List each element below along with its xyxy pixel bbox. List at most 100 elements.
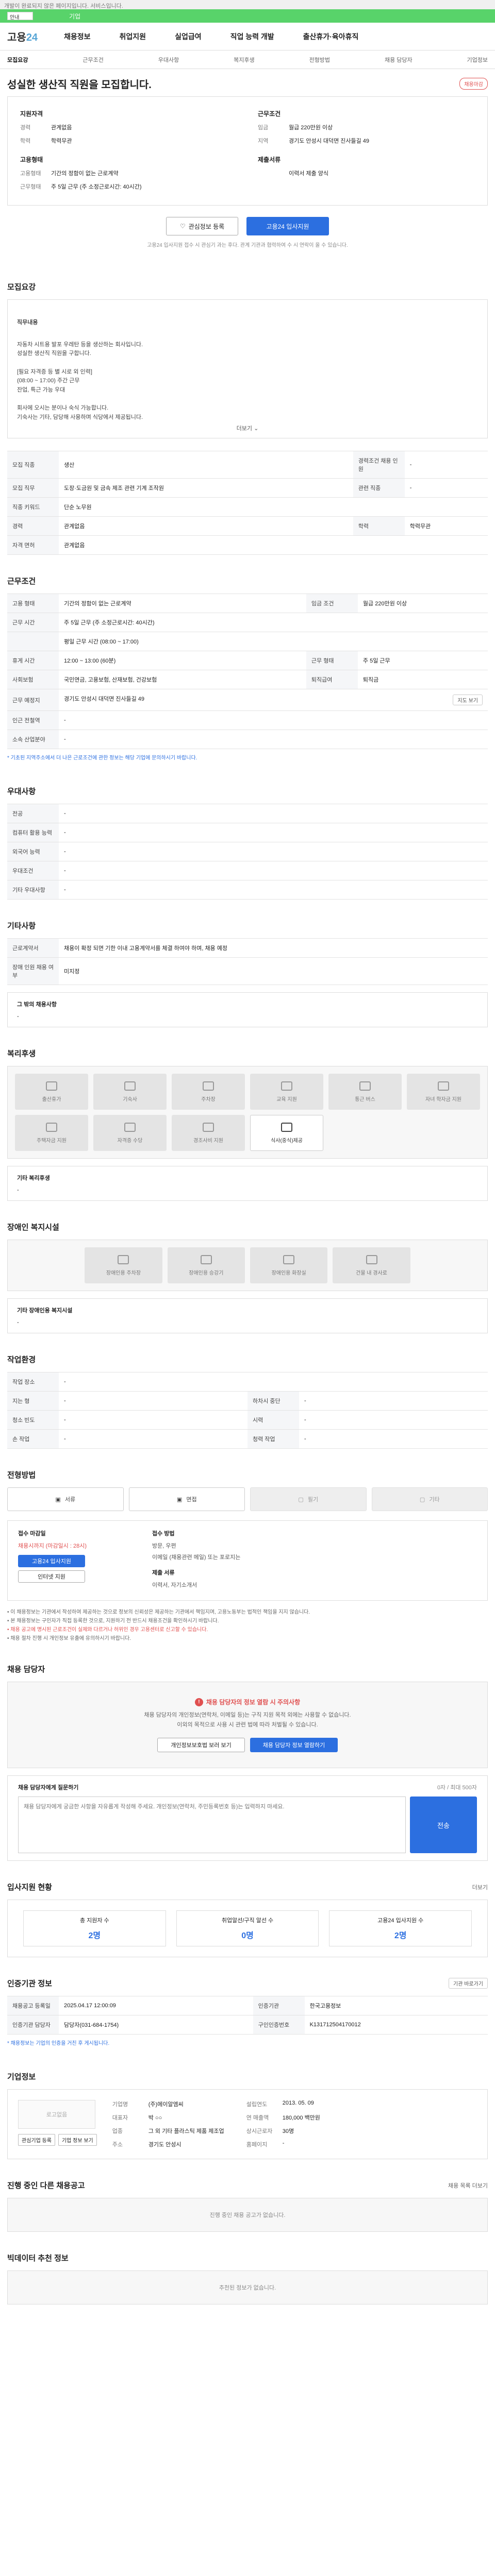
conditions-value: 주 5일 근무 (주 소정근로시간: 40시간) <box>59 613 488 632</box>
status-card: 취업알선/구직 알선 수 0명 <box>176 1910 319 1947</box>
subnav-tab[interactable]: 모집요강 <box>7 56 28 64</box>
welfare-item: 통근 버스 <box>328 1074 402 1110</box>
view-contact-button[interactable]: 채용 담당자 정보 열람하기 <box>250 1738 338 1753</box>
company-left: 로고없음 관심기업 등록 기업 정보 보기 <box>18 2100 97 2148</box>
subnav-tab[interactable]: 기업정보 <box>467 56 488 64</box>
agency-row: 채용공고 등록일 2025.04.17 12:00:09 인증기관 한국고용정보 <box>7 1996 488 2016</box>
summary-row: 임금 월급 220만원 이상 <box>258 123 475 131</box>
agency-footnote: * 채용정보는 기업의 인증을 거친 후 게시됩니다. <box>7 2041 110 2047</box>
company-key: 대표자 <box>112 2115 128 2122</box>
welfare-item: 자녀 학자금 지원 <box>407 1074 480 1110</box>
welfare-icon <box>203 1081 214 1091</box>
welfare-label: 주차장 <box>201 1096 216 1103</box>
workplace-key: 지는 형 <box>7 1391 59 1411</box>
workplace-table: 작업 장소 - 지는 형 - 하차시 중단 - 청소 빈도 - 시력 - 손 작업 - 청력 작업 - <box>7 1372 488 1449</box>
desc-more-button[interactable]: 더보기 ⌄ <box>8 425 487 434</box>
status-more-link[interactable]: 더보기 <box>472 1883 488 1891</box>
recruit-key: 경력 <box>7 516 59 536</box>
recruit-key: 관련 직종 <box>353 478 405 498</box>
agency-link-button[interactable]: 기관 바로가기 <box>449 1978 488 1989</box>
conditions-value: 월급 220만원 이상 <box>357 594 488 613</box>
site-logo[interactable]: 고용24 <box>7 29 64 44</box>
method-icon: ▢ <box>419 1496 425 1503</box>
apply-button-small[interactable]: 고용24 입사지원 <box>18 1555 85 1567</box>
workplace-row: 청소 빈도 - 시력 - <box>7 1410 488 1430</box>
subnav-tab[interactable]: 채용 담당자 <box>385 56 412 64</box>
gnb-menu-item[interactable]: 채용정보 <box>64 31 91 42</box>
other-row: 근로계약서 채용이 확정 되면 기한 이내 고용계약서를 체결 하여야 하며, 채… <box>7 938 488 958</box>
company-interest-button[interactable]: 관심기업 등록 <box>18 2134 55 2146</box>
job-summary: 지원자격 경력 관계없음 학력 학력무관 고용형태 고용형태 기간의 정함이 없는 근로… <box>7 96 488 206</box>
conditions-row: 근무 예정지 경기도 안성시 대덕면 진사들길 49 지도 보기 <box>7 689 488 711</box>
company-info-button[interactable]: 기업 정보 보기 <box>58 2134 97 2146</box>
selection-method-label: 필기 <box>307 1497 319 1503</box>
subnav-tab[interactable]: 우대사항 <box>158 56 179 64</box>
summary-key: 경력 <box>20 125 31 131</box>
agency-title: 인증기관 정보 <box>7 1979 52 1989</box>
preferred-value: - <box>59 861 488 880</box>
preferred-value: - <box>59 880 488 900</box>
selection-method-label: 면접 <box>186 1497 197 1503</box>
recruit-row: 직종 키워드 단순 노무원 <box>7 497 488 517</box>
welfare-box: 출산휴가 기숙사 주차장 교육 지원 통근 버스 자녀 학자금 지원 주택자금 지원 자격증 … <box>7 1066 488 1159</box>
agency-value: K131712504170012 <box>304 2015 488 2035</box>
recruit-key: 학력 <box>353 516 405 536</box>
green-bar-select[interactable]: 안내 <box>7 12 33 21</box>
workplace-value: - <box>59 1391 248 1411</box>
welfare-item: 식사(중식)제공 <box>250 1115 323 1151</box>
gnb-menu-item[interactable]: 취업지원 <box>120 31 146 42</box>
welfare-label: 식사(중식)제공 <box>271 1138 303 1144</box>
subnav-tab[interactable]: 전형방법 <box>309 56 330 64</box>
company-value: 30명 <box>282 2128 294 2135</box>
company-key: 상시근로자 <box>246 2128 273 2135</box>
sub-nav: 모집요강 근무조건 우대사항 복지후생 전형방법 채용 담당자 기업정보 <box>0 50 495 69</box>
conditions-row: 사회보험 국민연금, 고용보험, 산재보험, 건강보험 퇴직급여 퇴직금 <box>7 670 488 689</box>
apply-button[interactable]: 고용24 입사지원 <box>246 217 329 235</box>
desc-more-label: 더보기 <box>236 426 253 432</box>
summary-key: 학력 <box>20 138 31 144</box>
gnb-menu-item[interactable]: 출산휴가·육아휴직 <box>303 31 359 42</box>
workplace-value: - <box>59 1410 248 1430</box>
selection-method-label: 기타 <box>429 1497 440 1503</box>
disabled-facility-item: 건물 내 경사로 <box>333 1247 410 1283</box>
conditions-row: 평일 근무 시간 (08:00 ~ 17:00) <box>7 632 488 651</box>
summary-value: 주 5일 근무 (주 소정근로시간: 40시간) <box>51 184 142 190</box>
gnb-menu-item[interactable]: 직업 능력 개발 <box>230 31 274 42</box>
workplace-value: - <box>59 1429 248 1449</box>
workplace-value: - <box>59 1372 488 1392</box>
welfare-grid: 출산휴가 기숙사 주차장 교육 지원 통근 버스 자녀 학자금 지원 주택자금 지원 자격증 … <box>15 1074 480 1151</box>
company-buttons: 관심기업 등록 기업 정보 보기 <box>18 2134 97 2146</box>
online-apply-button[interactable]: 인터넷 지원 <box>18 1570 85 1583</box>
selection-method: ▢ 기타 <box>371 1487 488 1511</box>
map-button[interactable]: 지도 보기 <box>453 694 483 705</box>
related-more-link[interactable]: 채용 목록 더보기 <box>448 2181 488 2190</box>
contact-warning-text: 채용 담당자의 정보 열람 시 주의사항 <box>206 1699 301 1706</box>
qa-submit-button[interactable]: 전송 <box>410 1797 477 1854</box>
welfare-label: 자격증 수당 <box>117 1138 143 1144</box>
summary-row: 학력 학력무관 <box>20 137 237 145</box>
subnav-tab[interactable]: 복지후생 <box>234 56 254 64</box>
global-nav: 고용24 채용정보 취업지원 실업급여 직업 능력 개발 출산휴가·육아휴직 <box>0 23 495 50</box>
job-actions: ♡ 관심정보 등록 고용24 입사지원 <box>7 206 488 241</box>
conditions-value: 주 5일 근무 <box>357 651 488 670</box>
company-value: 경기도 안성시 <box>148 2142 182 2148</box>
qa-input[interactable] <box>18 1797 406 1854</box>
conditions-value: 경기도 안성시 대덕면 진사들길 49 지도 보기 <box>59 689 488 711</box>
welfare-label: 경조사비 지원 <box>193 1138 223 1144</box>
welfare-title: 복리후생 <box>7 1049 36 1058</box>
welfare-label: 교육 지원 <box>276 1096 297 1103</box>
subnav-tab[interactable]: 근무조건 <box>82 56 103 64</box>
conditions-row: 소속 산업분야 - <box>7 730 488 749</box>
preferred-key: 컴퓨터 활용 능력 <box>7 823 59 842</box>
privacy-law-button[interactable]: 개인정보보호법 보러 보기 <box>157 1738 245 1753</box>
preferred-key: 전공 <box>7 804 59 823</box>
welfare-item: 기숙사 <box>93 1074 167 1110</box>
gnb-menu-item[interactable]: 실업급여 <box>175 31 202 42</box>
save-interest-button[interactable]: ♡ 관심정보 등록 <box>166 217 238 235</box>
agency-value: 2025.04.17 12:00:09 <box>59 1996 253 2016</box>
qa-title: 채용 담당자에게 질문하기 <box>18 1785 79 1791</box>
related-header: 진행 중인 다른 채용공고 채용 목록 더보기 <box>7 2180 488 2191</box>
other-box-title: 그 밖의 채용사항 <box>17 1002 57 1008</box>
disabled-facility-item: 장애인용 화장실 <box>250 1247 328 1283</box>
selection-bullet: • 채용 공고에 명시된 근로조건이 실제와 다르거나 허위인 경우 고용센터로… <box>7 1627 208 1633</box>
